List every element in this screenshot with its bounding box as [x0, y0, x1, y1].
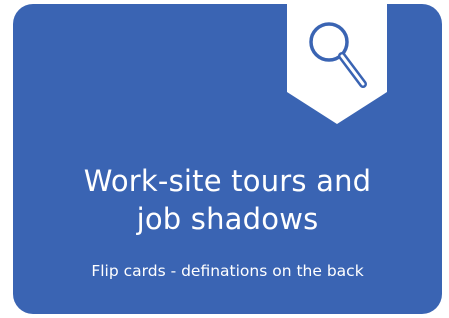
card-title-line-1: Work-site tours and	[83, 164, 372, 198]
icon-badge	[287, 4, 387, 124]
flip-card-work-site-tours[interactable]: Work-site tours and job shadows Flip car…	[13, 4, 442, 314]
magnifying-glass-icon	[287, 4, 387, 124]
card-title: Work-site tours and job shadows	[13, 162, 442, 238]
card-title-line-2: job shadows	[136, 202, 319, 236]
card-subtitle: Flip cards - definations on the back	[91, 262, 364, 280]
